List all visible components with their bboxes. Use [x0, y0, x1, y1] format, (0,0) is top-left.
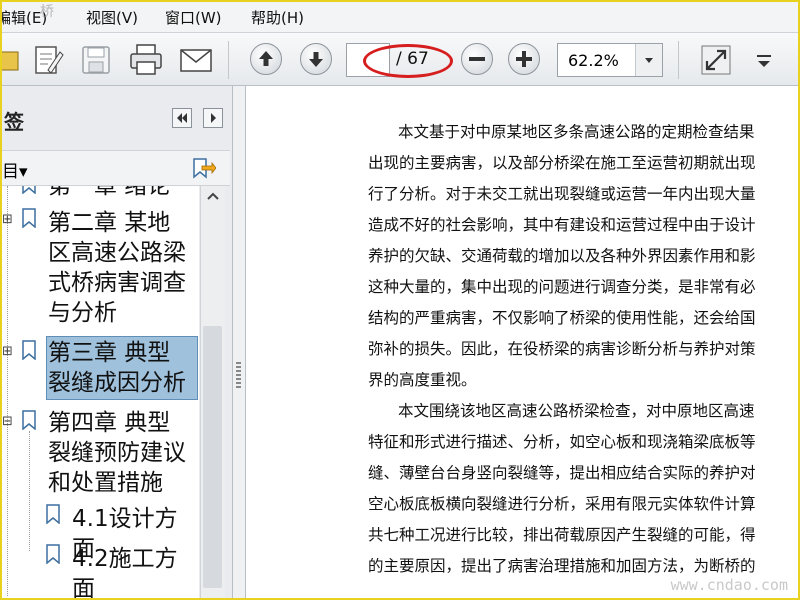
bookmark-label: 第一章 绪论: [48, 186, 171, 199]
doc-line: 本文围绕该地区高速公路桥梁检查，对中原地区高速: [398, 402, 755, 420]
bookmark-options-bar: 目▾: [2, 150, 230, 186]
next-page-icon: [309, 52, 323, 67]
bookmark-icon: [22, 208, 36, 228]
zoom-out-button[interactable]: [461, 43, 493, 75]
doc-line: 空心板底板横向裂缝进行分析，采用有限元实体软件计算: [368, 495, 756, 513]
toolbar: / 67 62.2%: [2, 33, 798, 86]
bookmark-label: 第三章 典型: [48, 340, 171, 366]
toolbar-separator: [228, 41, 229, 79]
bookmark-label: 裂缝预防建议: [48, 440, 186, 466]
doc-line: 的主要原因，提出了病害治理措施和加固方法，为断桥的: [368, 557, 756, 575]
print-icon[interactable]: [128, 42, 164, 78]
bridge-watermark-text: 桥: [40, 4, 54, 20]
bookmark-label: 与分析: [48, 300, 117, 326]
options-dropdown[interactable]: 目▾: [2, 157, 28, 182]
doc-line: 结构的严重病害，不仅影响了桥梁的使用性能，还会给国: [368, 309, 756, 327]
bookmark-label: 式桥病害调查: [48, 270, 186, 296]
doc-line: 共七种工况进行比较，排出荷载原因产生裂缝的可能，得: [368, 526, 756, 544]
app-window: 编辑(E) 桥 视图(V) 窗口(W) 帮助(H) / 67 62.2% 签 目…: [0, 0, 800, 600]
bookmark-scrollbar[interactable]: [200, 186, 225, 598]
toolbar-separator: [678, 41, 679, 79]
site-watermark: www.cndao.com: [670, 576, 788, 594]
doc-line: 本文基于对中原某地区多条高速公路的定期检查结果: [398, 123, 755, 141]
bookmark-icon: [22, 186, 36, 194]
bookmark-label: 区高速公路梁: [48, 240, 186, 266]
expand-panel-button[interactable]: [203, 108, 223, 128]
email-icon[interactable]: [178, 42, 214, 78]
doc-line: 缝、薄壁台台身竖向裂缝等，提出相应结合实际的养护对: [368, 464, 756, 482]
splitter-grip[interactable]: [236, 362, 241, 388]
tree-expander[interactable]: ⊞: [2, 212, 13, 227]
bookmark-icon: [46, 504, 60, 524]
bookmark-panel: 签 目▾ 第一章 绪论 ⊞ 第二章 某地 区高速公路梁 式桥病害调查 与分析 ⊞…: [2, 86, 233, 598]
fullscreen-icon[interactable]: [698, 42, 734, 78]
bookmark-label: 和处置措施: [48, 470, 163, 496]
page-count-highlight-ellipse: [363, 44, 453, 78]
edit-icon[interactable]: [30, 42, 66, 78]
menu-bar: 编辑(E) 桥 视图(V) 窗口(W) 帮助(H): [2, 2, 798, 33]
zoom-dropdown-button[interactable]: [635, 44, 662, 76]
bookmark-tree: 第一章 绪论 ⊞ 第二章 某地 区高速公路梁 式桥病害调查 与分析 ⊞ 第三章 …: [2, 186, 199, 598]
menu-view[interactable]: 视图(V): [86, 7, 138, 28]
menu-help[interactable]: 帮助(H): [251, 7, 304, 28]
next-page-button[interactable]: [300, 43, 332, 75]
bookmark-icon: [46, 544, 60, 564]
zoom-level-select[interactable]: 62.2%: [557, 43, 663, 77]
tree-guide-line: [29, 431, 30, 551]
panel-splitter[interactable]: [233, 86, 246, 598]
doc-line: 出现的主要病害，以及部分桥梁在施工至运营初期就出现: [368, 154, 756, 172]
tree-guide-line: [7, 186, 8, 596]
doc-line: 弥补的损失。因此，在役桥梁的病害诊断分析与养护对策: [368, 340, 756, 358]
more-icon[interactable]: [746, 42, 782, 78]
scrollbar-thumb[interactable]: [203, 326, 222, 588]
tree-expander[interactable]: ⊞: [2, 344, 13, 359]
doc-line: 界的高度重视。: [368, 371, 477, 389]
double-left-arrow-icon: [177, 113, 187, 123]
bookmark-label: 裂缝成因分析: [48, 370, 186, 396]
bookmark-label: 第二章 某地: [48, 210, 171, 236]
collapse-panel-button[interactable]: [172, 108, 192, 128]
bookmark-icon: [22, 340, 36, 360]
document-view[interactable]: 本文基于对中原某地区多条高速公路的定期检查结果 出现的主要病害，以及部分桥梁在施…: [246, 86, 798, 598]
doc-line: 造成不好的社会影响，其中有建设和运营过程中由于设计: [368, 216, 756, 234]
menu-window[interactable]: 窗口(W): [165, 7, 222, 28]
zoom-out-icon: [469, 57, 485, 61]
prev-page-icon: [259, 51, 273, 66]
chevron-down-icon: [645, 58, 653, 63]
panel-title: 签: [4, 110, 24, 134]
right-arrow-icon: [211, 113, 216, 123]
zoom-in-icon: [516, 51, 532, 67]
open-icon[interactable]: [0, 42, 28, 78]
bookmark-label: 第四章 典型: [48, 410, 171, 436]
prev-page-button[interactable]: [250, 43, 282, 75]
doc-line: 行了分析。对于未交工就出现裂缝或运营一年内出现大量: [368, 185, 756, 203]
bookmark-from-selection-icon[interactable]: [190, 156, 216, 182]
scroll-up-icon[interactable]: [205, 190, 221, 202]
save-icon[interactable]: [78, 42, 114, 78]
doc-line: 养护的欠缺、交通荷载的增加以及各种外界因素作用和影: [368, 247, 756, 265]
bookmark-icon: [22, 410, 36, 430]
tree-expander[interactable]: ⊟: [2, 414, 13, 429]
doc-line: 特征和形式进行描述、分析，如空心板和现浇箱梁底板等: [368, 433, 756, 451]
bookmark-label: 4.2施工方面: [72, 546, 178, 598]
zoom-level-value: 62.2%: [568, 51, 619, 70]
doc-line: 这种大量的，集中出现的问题进行调查分类，是非常有必: [368, 278, 756, 296]
zoom-in-button[interactable]: [508, 43, 540, 75]
